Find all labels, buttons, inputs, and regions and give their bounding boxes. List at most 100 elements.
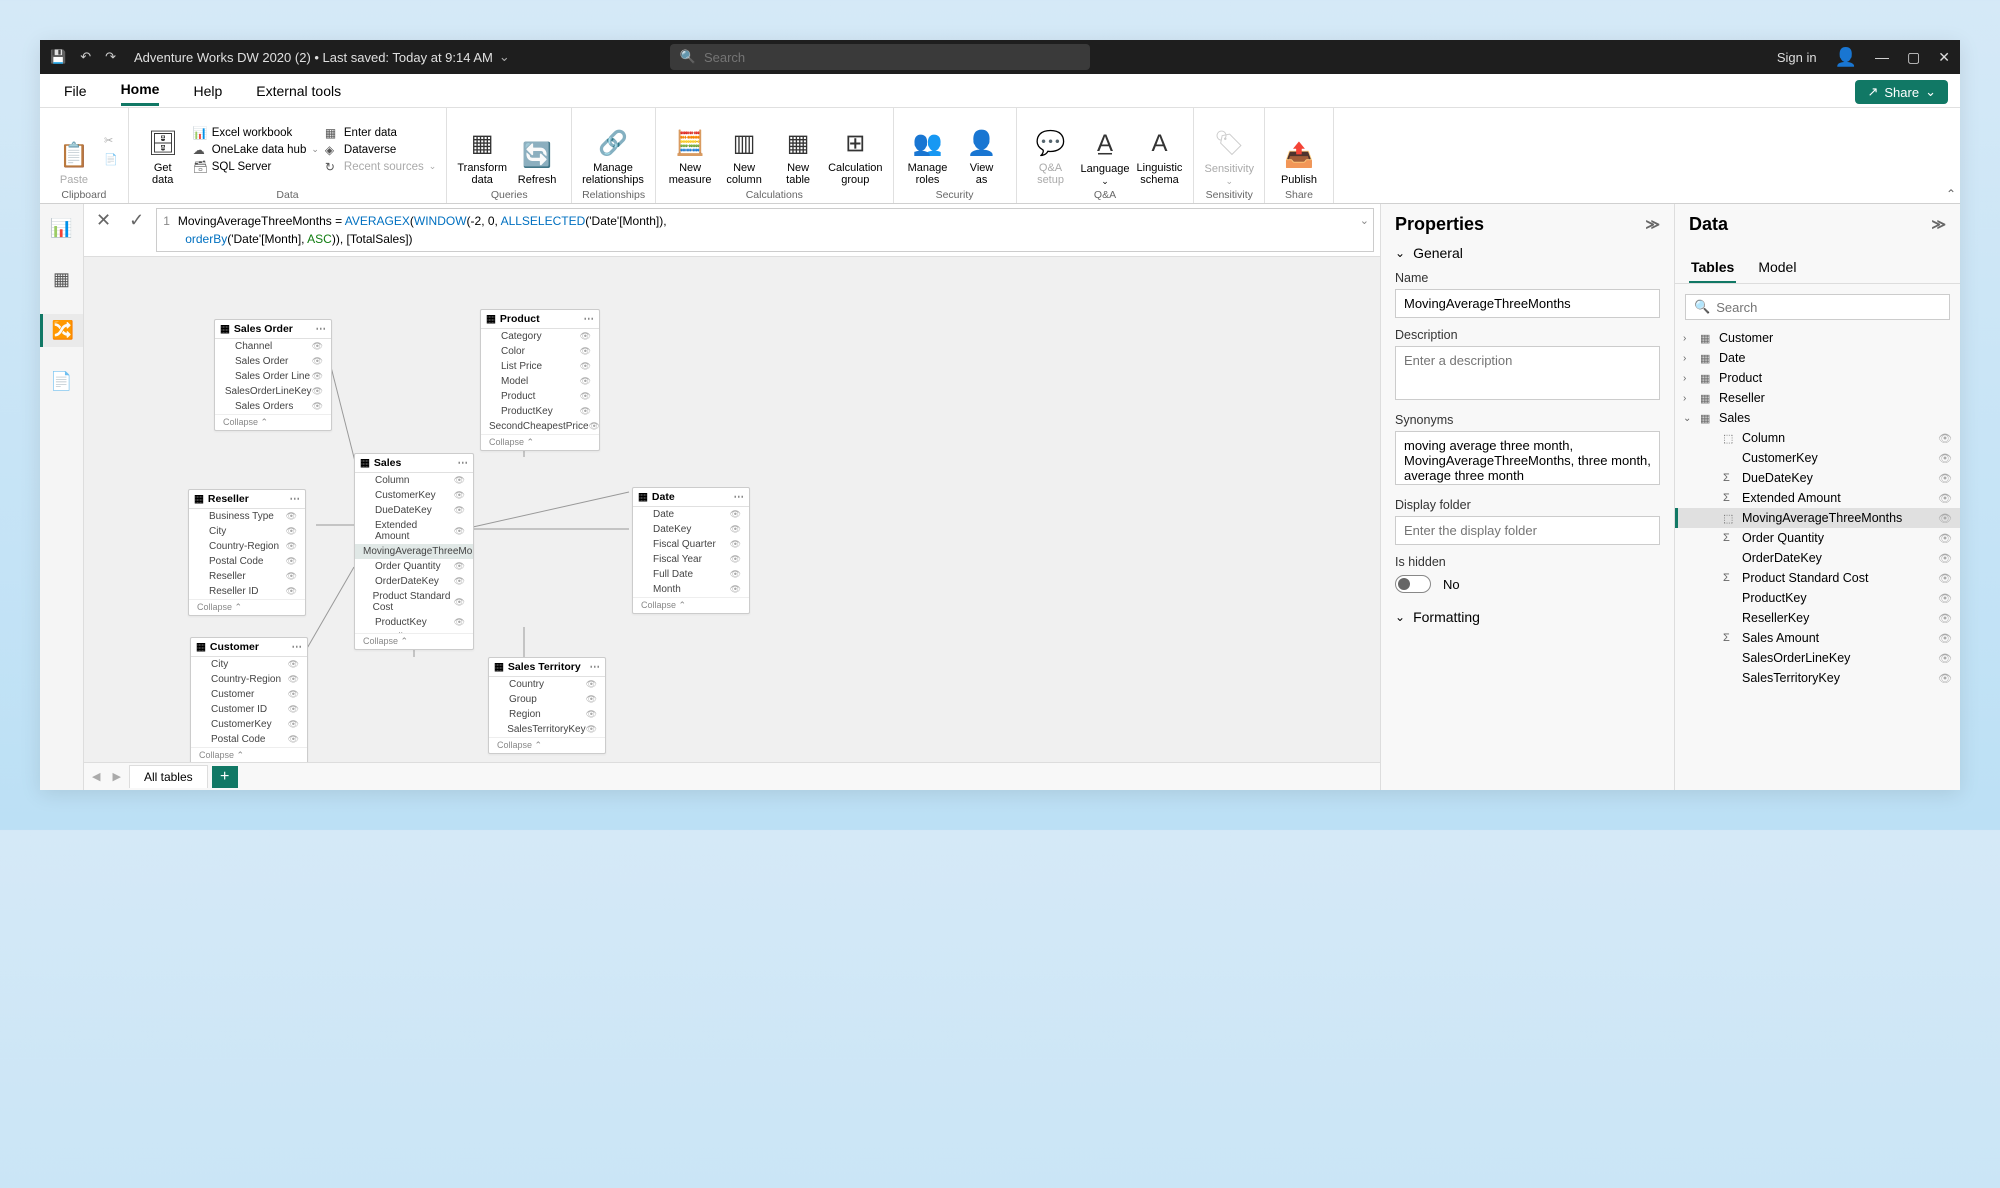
field-row[interactable]: Sales Order👁: [215, 354, 331, 369]
field-row[interactable]: Country-Region👁: [189, 539, 305, 554]
save-icon[interactable]: 💾: [50, 49, 66, 65]
name-input[interactable]: [1395, 289, 1660, 318]
fields-search[interactable]: 🔍: [1685, 294, 1950, 320]
table-card-reseller[interactable]: ▦Reseller⋯ Business Type👁City👁Country-Re…: [188, 489, 306, 616]
table-card-territory[interactable]: ▦Sales Territory⋯ Country👁Group👁Region👁S…: [488, 657, 606, 754]
title-dropdown-icon[interactable]: ⌄: [499, 49, 510, 65]
model-diagram[interactable]: ▦Sales Order⋯ Channel👁Sales Order👁Sales …: [84, 257, 1380, 762]
report-view-icon[interactable]: 📊: [40, 212, 83, 245]
field-row[interactable]: SalesOrderLineKey👁: [215, 384, 331, 399]
menu-home[interactable]: Home: [121, 75, 160, 106]
table-node-reseller[interactable]: ›▦Reseller: [1675, 388, 1960, 408]
field-node[interactable]: ΣDueDateKey👁: [1675, 468, 1960, 488]
dataverse-button[interactable]: ◈Dataverse: [325, 143, 436, 157]
refresh-button[interactable]: 🔄Refresh: [513, 113, 561, 187]
field-row[interactable]: Sales Orders👁: [215, 399, 331, 414]
synonyms-input[interactable]: [1395, 431, 1660, 485]
description-input[interactable]: [1395, 346, 1660, 400]
redo-icon[interactable]: ↷: [105, 49, 116, 65]
model-view-icon[interactable]: 🔀: [40, 314, 83, 347]
field-row[interactable]: Reseller👁: [189, 569, 305, 584]
field-row[interactable]: Channel👁: [215, 339, 331, 354]
dax-view-icon[interactable]: 📄: [40, 365, 83, 398]
field-row[interactable]: City👁: [189, 524, 305, 539]
field-node[interactable]: SalesTerritoryKey👁: [1675, 668, 1960, 688]
transform-data-button[interactable]: ▦Transform data: [457, 113, 507, 187]
publish-button[interactable]: 📤Publish: [1275, 113, 1323, 187]
add-tab-button[interactable]: +: [212, 766, 238, 788]
table-node-date[interactable]: ›▦Date: [1675, 348, 1960, 368]
field-node[interactable]: ProductKey👁: [1675, 588, 1960, 608]
signin-link[interactable]: Sign in: [1777, 50, 1817, 65]
field-row[interactable]: Month👁: [633, 582, 749, 597]
field-row[interactable]: OrderDateKey👁: [355, 574, 473, 589]
field-row[interactable]: Fiscal Year👁: [633, 552, 749, 567]
field-row[interactable]: Country👁: [489, 677, 605, 692]
field-row[interactable]: Model👁: [481, 374, 599, 389]
manage-relationships-button[interactable]: 🔗Manage relationships: [582, 113, 644, 187]
account-icon[interactable]: 👤: [1835, 47, 1857, 68]
field-node[interactable]: ΣProduct Standard Cost👁: [1675, 568, 1960, 588]
collapse-button[interactable]: Collapse ⌃: [191, 747, 307, 762]
collapse-button[interactable]: Collapse ⌃: [633, 597, 749, 613]
field-row[interactable]: Extended Amount👁: [355, 518, 473, 544]
field-row[interactable]: Customer ID👁: [191, 702, 307, 717]
table-card-product[interactable]: ▦Product⋯ Category👁Color👁List Price👁Mode…: [480, 309, 600, 451]
fields-search-input[interactable]: [1716, 300, 1941, 315]
minimize-button[interactable]: —: [1875, 49, 1889, 65]
field-node[interactable]: ResellerKey👁: [1675, 608, 1960, 628]
field-row[interactable]: DateKey👁: [633, 522, 749, 537]
table-node-sales[interactable]: ⌄▦Sales: [1675, 408, 1960, 428]
expand-formula-icon[interactable]: ⌄: [1360, 213, 1369, 230]
field-node[interactable]: ΣSales Amount👁: [1675, 628, 1960, 648]
field-row[interactable]: Sales Order Line👁: [215, 369, 331, 384]
field-row[interactable]: Color👁: [481, 344, 599, 359]
enter-data-button[interactable]: ▦Enter data: [325, 126, 436, 140]
field-row[interactable]: CustomerKey👁: [191, 717, 307, 732]
tab-prev-icon[interactable]: ◀: [88, 770, 104, 783]
field-row[interactable]: ResellerKey👁: [355, 630, 473, 633]
field-row[interactable]: MovingAverageThreeMonths👁: [355, 544, 473, 559]
onelake-button[interactable]: ☁OneLake data hub ⌄: [193, 143, 319, 157]
field-row[interactable]: Postal Code👁: [191, 732, 307, 747]
more-icon[interactable]: ⋯: [584, 313, 595, 325]
field-row[interactable]: City👁: [191, 657, 307, 672]
tab-model[interactable]: Model: [1756, 253, 1798, 283]
table-card-salesorder[interactable]: ▦Sales Order⋯ Channel👁Sales Order👁Sales …: [214, 319, 332, 431]
display-folder-input[interactable]: [1395, 516, 1660, 545]
more-icon[interactable]: ⋯: [316, 323, 327, 335]
field-row[interactable]: Customer👁: [191, 687, 307, 702]
search-input[interactable]: [704, 50, 1080, 65]
manage-roles-button[interactable]: 👥Manage roles: [904, 113, 952, 187]
sqlserver-button[interactable]: 🗃SQL Server: [193, 160, 319, 174]
field-row[interactable]: ProductKey👁: [355, 615, 473, 630]
new-table-button[interactable]: ▦New table: [774, 113, 822, 187]
collapse-button[interactable]: Collapse ⌃: [355, 633, 473, 649]
section-general[interactable]: ⌄General: [1395, 245, 1660, 261]
field-node[interactable]: ΣOrder Quantity👁: [1675, 528, 1960, 548]
share-button[interactable]: ↗ Share ⌄: [1855, 80, 1948, 104]
field-node[interactable]: CustomerKey👁: [1675, 448, 1960, 468]
table-card-date[interactable]: ▦Date⋯ Date👁DateKey👁Fiscal Quarter👁Fisca…: [632, 487, 750, 614]
collapse-button[interactable]: Collapse ⌃: [489, 737, 605, 753]
more-icon[interactable]: ⋯: [734, 491, 745, 503]
more-icon[interactable]: ⋯: [458, 457, 469, 469]
field-row[interactable]: Fiscal Quarter👁: [633, 537, 749, 552]
field-row[interactable]: Product Standard Cost👁: [355, 589, 473, 615]
field-row[interactable]: Reseller ID👁: [189, 584, 305, 599]
field-node[interactable]: ⬚Column👁: [1675, 428, 1960, 448]
is-hidden-toggle[interactable]: [1395, 575, 1431, 593]
linguistic-schema-button[interactable]: ALinguistic schema: [1135, 113, 1183, 187]
field-row[interactable]: Column👁: [355, 473, 473, 488]
field-row[interactable]: Postal Code👁: [189, 554, 305, 569]
field-row[interactable]: Full Date👁: [633, 567, 749, 582]
field-row[interactable]: List Price👁: [481, 359, 599, 374]
field-row[interactable]: Order Quantity👁: [355, 559, 473, 574]
table-card-customer[interactable]: ▦Customer⋯ City👁Country-Region👁Customer👁…: [190, 637, 308, 762]
recent-sources-button[interactable]: ↻Recent sources ⌄: [325, 160, 436, 174]
ribbon-collapse-icon[interactable]: ⌃: [1946, 187, 1956, 201]
close-button[interactable]: ✕: [1938, 49, 1950, 66]
field-row[interactable]: Business Type👁: [189, 509, 305, 524]
menu-external-tools[interactable]: External tools: [256, 77, 341, 105]
excel-workbook-button[interactable]: 📊Excel workbook: [193, 126, 319, 140]
